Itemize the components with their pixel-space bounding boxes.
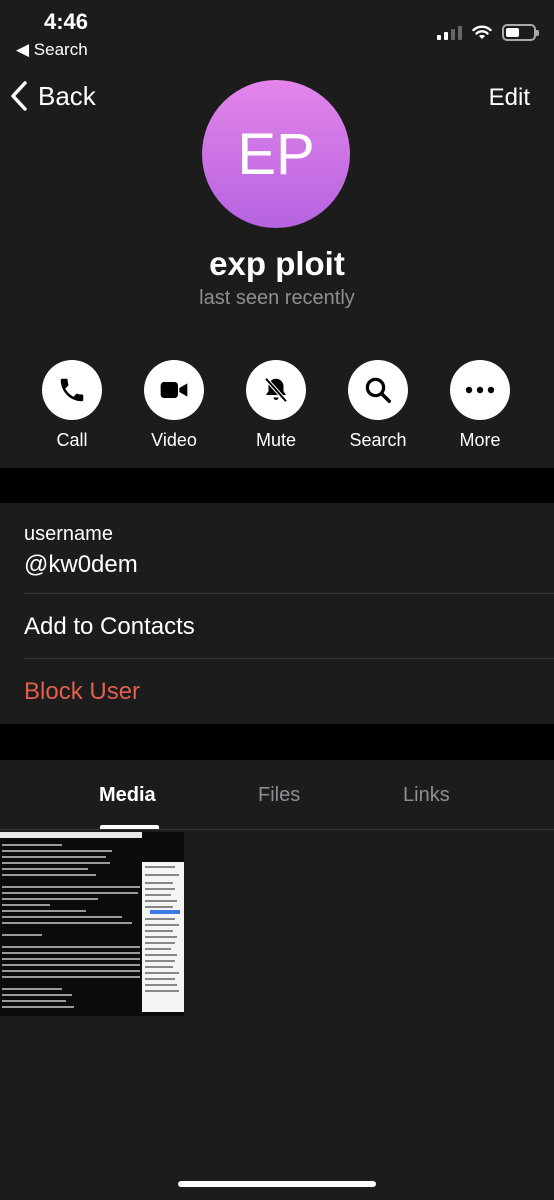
media-thumbnail[interactable] xyxy=(0,832,184,1016)
back-label: Back xyxy=(38,80,96,111)
mute-button[interactable]: Mute xyxy=(226,360,326,451)
back-button[interactable]: Back xyxy=(10,80,96,112)
search-button[interactable]: Search xyxy=(328,360,428,451)
mute-label: Mute xyxy=(255,430,297,450)
video-button[interactable]: Video xyxy=(124,360,224,451)
avatar[interactable]: EP xyxy=(202,80,350,228)
divider xyxy=(24,658,554,659)
video-camera-icon xyxy=(160,382,188,398)
tab-files[interactable]: Files xyxy=(258,784,300,807)
console-screenshot-image xyxy=(0,832,142,1016)
tabs-divider xyxy=(0,829,554,830)
profile-header: 4:46 ◀ Search Back Edit EP exp ploit las… xyxy=(0,0,554,468)
call-label: Call xyxy=(56,430,88,450)
last-seen-status: last seen recently xyxy=(199,287,355,309)
edit-button[interactable]: Edit xyxy=(489,84,530,112)
chevron-left-icon xyxy=(11,81,27,111)
home-indicator[interactable] xyxy=(178,1181,376,1187)
bell-slash-icon xyxy=(264,377,288,403)
ellipsis-icon xyxy=(465,386,495,394)
add-to-contacts-button[interactable]: Add to Contacts xyxy=(24,613,554,641)
avatar-initials: EP xyxy=(237,121,315,187)
cellular-signal-icon xyxy=(437,25,462,40)
search-label: Search xyxy=(349,430,407,450)
magnifier-icon xyxy=(365,377,391,403)
profile-name: exp ploit xyxy=(209,245,345,282)
username-label: username xyxy=(24,523,113,545)
tab-media[interactable]: Media xyxy=(99,784,156,807)
block-user-button[interactable]: Block User xyxy=(24,678,554,706)
shared-media-section: Media Files Links xyxy=(0,760,554,1200)
info-section: username @kw0dem Add to Contacts Block U… xyxy=(0,503,554,724)
status-back-to-search[interactable]: ◀ Search xyxy=(16,40,88,60)
more-label: More xyxy=(459,430,501,450)
video-label: Video xyxy=(151,430,197,450)
phone-icon xyxy=(60,378,84,402)
username-value[interactable]: @kw0dem xyxy=(24,551,554,579)
device-manager-window-image xyxy=(142,862,184,1012)
divider xyxy=(24,593,554,594)
battery-icon xyxy=(502,24,539,41)
status-time: 4:46 xyxy=(44,9,89,34)
status-icons xyxy=(437,24,539,41)
tab-links[interactable]: Links xyxy=(403,784,450,807)
more-button[interactable]: More xyxy=(430,360,530,451)
wifi-icon xyxy=(472,25,492,39)
call-button[interactable]: Call xyxy=(22,360,122,451)
